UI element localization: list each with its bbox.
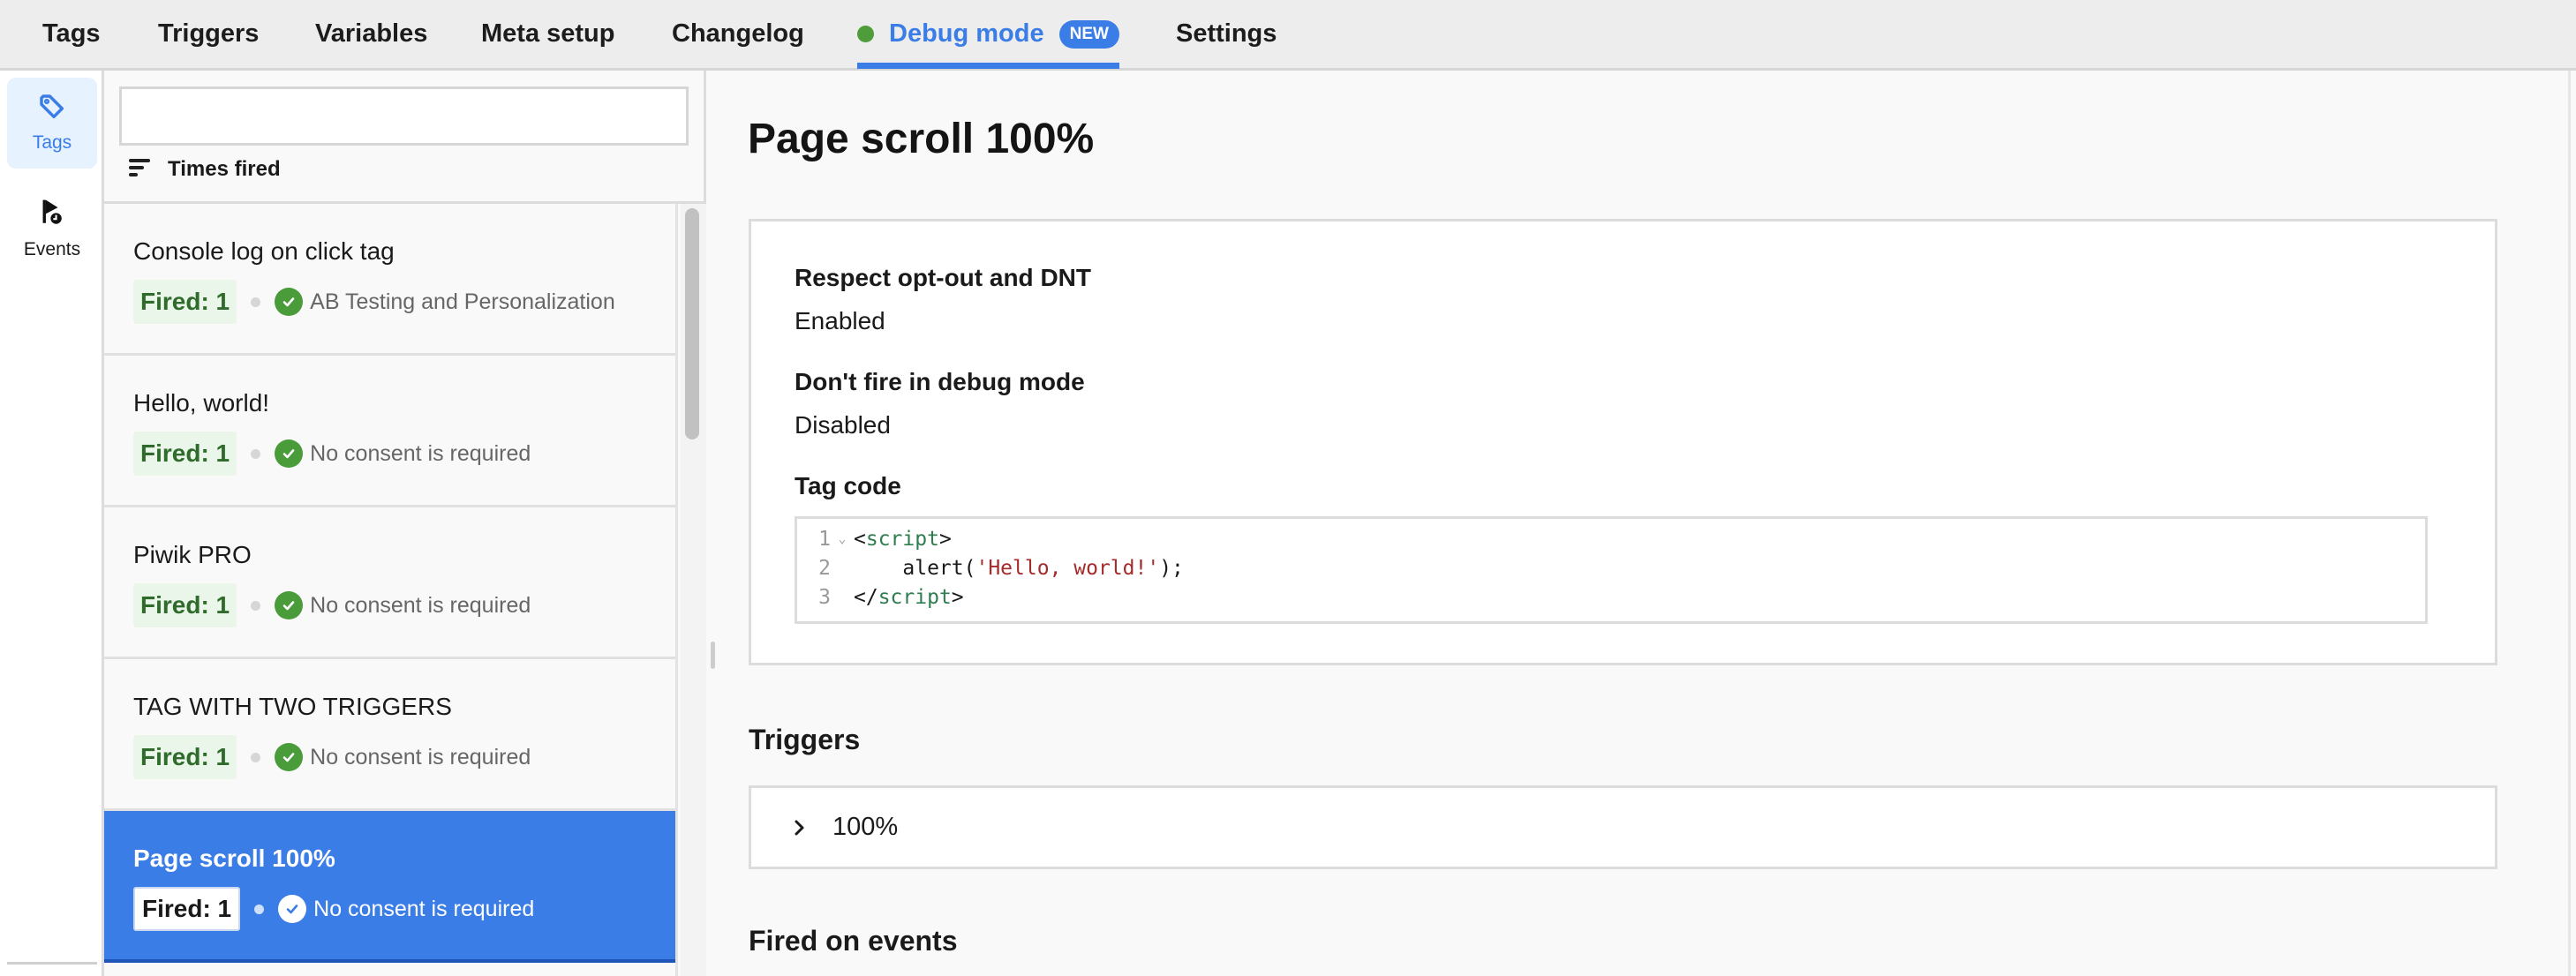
tag-list-panel: Times fired Console log on click tag Fir…: [104, 71, 706, 976]
tag-name: Hello, world!: [133, 389, 270, 417]
tag-name: Piwik PRO: [133, 541, 252, 568]
tag-list: Console log on click tag Fired: 1 AB Tes…: [104, 204, 678, 976]
tab-label: Debug mode: [889, 19, 1044, 48]
check-circle-icon: [278, 895, 307, 923]
check-circle-icon: [275, 288, 304, 316]
tag-icon: [38, 93, 66, 125]
list-item[interactable]: Console log on click tag Fired: 1 AB Tes…: [104, 204, 675, 356]
fired-count-badge: Fired: 1: [133, 887, 241, 931]
rail-item-label: Tags: [32, 132, 72, 153]
separator-dot: [251, 600, 261, 611]
code-line: 3 </script >: [797, 582, 2425, 612]
list-item[interactable]: Piwik PRO Fired: 1 No consent is require…: [104, 507, 675, 659]
field-label: Don't fire in debug mode: [795, 368, 1085, 395]
trigger-row[interactable]: 100%: [749, 785, 2497, 869]
code-line: 1 ⌄ < script >: [797, 524, 2425, 553]
field-value: Enabled: [795, 307, 885, 334]
tab-tags[interactable]: Tags: [42, 0, 101, 68]
status-dot-icon: [857, 26, 874, 42]
chevron-right-icon: [787, 819, 813, 837]
line-number: 2: [818, 556, 831, 580]
tag-name: Console log on click tag: [133, 237, 395, 265]
field-label: Respect opt-out and DNT: [795, 264, 1091, 291]
code-token: </: [854, 585, 878, 609]
tab-label: Changelog: [672, 19, 804, 48]
consent-text: No consent is required: [310, 592, 531, 618]
rail-item-events[interactable]: Events: [7, 184, 97, 274]
page-title: Page scroll 100%: [748, 116, 1095, 162]
separator-dot: [251, 297, 261, 307]
side-rail: Tags Events: [0, 71, 104, 976]
tag-settings-card: Respect opt-out and DNT Enabled Don't fi…: [749, 219, 2497, 665]
rail-divider: [7, 962, 97, 965]
tab-changelog[interactable]: Changelog: [672, 0, 804, 68]
code-token: >: [951, 585, 964, 609]
tab-label: Meta setup: [481, 19, 615, 48]
code-token: alert(: [854, 556, 976, 580]
consent-text: No consent is required: [310, 440, 531, 466]
fired-count-badge: Fired: 1: [133, 432, 237, 476]
code-token: script: [877, 585, 952, 609]
active-tab-indicator: [857, 63, 1119, 69]
fired-count-badge: Fired: 1: [133, 583, 237, 627]
consent-text: No consent is required: [310, 744, 531, 770]
tag-name: TAG WITH TWO TRIGGERS: [133, 693, 452, 720]
tab-label: Variables: [315, 19, 428, 48]
list-item[interactable]: Hello, world! Fired: 1 No consent is req…: [104, 356, 675, 507]
rail-item-tags[interactable]: Tags: [7, 78, 97, 169]
list-item-selected[interactable]: Page scroll 100% Fired: 1 No consent is …: [104, 811, 675, 963]
tag-detail-panel: Page scroll 100% Respect opt-out and DNT…: [709, 71, 2570, 976]
check-circle-icon: [275, 439, 304, 468]
tab-variables[interactable]: Variables: [315, 0, 427, 68]
code-token: >: [938, 527, 952, 551]
separator-dot: [251, 752, 261, 762]
separator-dot: [254, 904, 265, 914]
sort-icon: [129, 158, 152, 182]
code-token: );: [1159, 556, 1184, 580]
flag-clock-icon: [38, 198, 66, 232]
sort-label: Times fired: [168, 157, 281, 181]
tab-label: Tags: [42, 19, 101, 48]
check-circle-icon: [275, 591, 304, 619]
consent-text: AB Testing and Personalization: [310, 289, 615, 314]
code-label: Tag code: [795, 472, 901, 499]
check-circle-icon: [275, 743, 304, 771]
code-token: 'Hello, world!': [975, 556, 1160, 580]
tab-meta-setup[interactable]: Meta setup: [481, 0, 614, 68]
code-token: script: [865, 527, 939, 551]
trigger-name: 100%: [832, 813, 899, 841]
code-viewer[interactable]: 1 ⌄ < script > 2 alert('Hello, world!'); 3…: [795, 516, 2428, 624]
new-badge: NEW: [1058, 19, 1119, 49]
code-line: 2 alert('Hello, world!');: [797, 553, 2425, 582]
fold-chevron-icon[interactable]: ⌄: [831, 532, 854, 546]
triggers-heading: Triggers: [749, 724, 861, 755]
fired-on-events-heading: Fired on events: [749, 925, 958, 957]
sort-button[interactable]: Times fired: [129, 157, 281, 182]
tab-settings[interactable]: Settings: [1176, 0, 1277, 68]
list-item[interactable]: TAG WITH TWO TRIGGERS Fired: 1 No consen…: [104, 659, 675, 811]
fired-count-badge: Fired: 1: [133, 735, 237, 779]
line-number: 1: [818, 527, 831, 551]
search-input[interactable]: [122, 89, 686, 143]
separator-dot: [251, 448, 261, 459]
line-number: 3: [818, 585, 831, 609]
tag-name: Page scroll 100%: [133, 845, 335, 872]
search-field[interactable]: [119, 86, 689, 146]
right-edge-border: [2568, 71, 2571, 976]
consent-text: No consent is required: [313, 896, 535, 921]
tab-triggers[interactable]: Triggers: [158, 0, 259, 68]
tab-label: Triggers: [158, 19, 260, 48]
tab-debug-mode[interactable]: Debug mode NEW: [857, 0, 1119, 68]
code-token: <: [854, 527, 866, 551]
rail-item-label: Events: [23, 239, 81, 259]
tab-label: Settings: [1176, 19, 1277, 48]
top-navigation: Tags Triggers Variables Meta setup Chang…: [0, 0, 2576, 71]
fired-count-badge: Fired: 1: [133, 280, 237, 324]
scrollbar-thumb[interactable]: [685, 208, 699, 439]
field-value: Disabled: [795, 411, 891, 439]
